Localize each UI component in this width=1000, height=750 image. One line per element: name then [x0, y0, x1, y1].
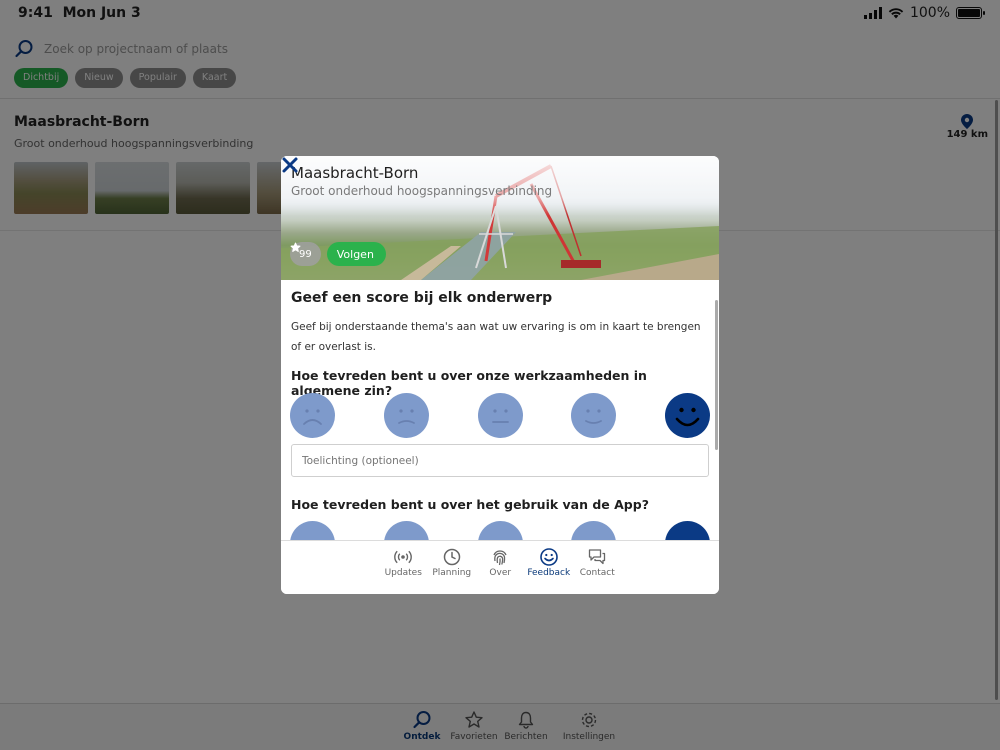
tab-planning[interactable]: Planning [428, 547, 477, 578]
tab-over[interactable]: Over [476, 547, 525, 578]
comment-field[interactable] [291, 444, 709, 477]
feedback-heading: Geef een score bij elk onderwerp [291, 290, 553, 306]
follow-label: Volgen [336, 247, 374, 261]
rating-happy[interactable] [571, 393, 617, 438]
feedback-intro: Geef bij onderstaande thema's aan wat uw… [291, 321, 701, 353]
chat-icon [589, 549, 606, 565]
modal-subtitle: Groot onderhoud hoogspanningsverbinding [291, 184, 553, 198]
clock-icon [443, 548, 460, 566]
follow-button[interactable]: Volgen [290, 242, 386, 266]
rating-very-happy[interactable] [665, 521, 710, 540]
tab-over-label: Over [489, 568, 512, 578]
fingerprint-icon [493, 550, 507, 566]
rating-row-2 [290, 521, 710, 540]
tab-contact[interactable]: Contact [573, 547, 622, 578]
rating-unhappy[interactable] [383, 521, 429, 540]
rating-happy[interactable] [571, 521, 617, 540]
rating-row-1 [290, 393, 710, 439]
rating-neutral[interactable] [477, 521, 523, 540]
smiley-icon [539, 548, 558, 566]
feedback-form[interactable]: Geef een score bij elk onderwerp Geef bi… [281, 280, 719, 540]
tab-planning-label: Planning [432, 568, 472, 578]
modal-title: Maasbracht-Born [291, 164, 419, 182]
project-hero-image: Maasbracht-Born Groot onderhoud hoogspan… [281, 156, 719, 280]
rating-neutral[interactable] [477, 393, 523, 438]
modal-scroll-indicator [715, 300, 718, 450]
feedback-modal: Maasbracht-Born Groot onderhoud hoogspan… [281, 156, 719, 594]
star-outline-icon [290, 242, 301, 252]
question-2: Hoe tevreden bent u over het gebruik van… [291, 497, 649, 512]
rating-very-happy[interactable] [665, 393, 710, 438]
tab-updates[interactable]: Updates [379, 547, 428, 578]
rating-very-unhappy[interactable] [290, 393, 335, 438]
close-icon[interactable] [281, 156, 299, 174]
broadcast-icon [394, 550, 413, 564]
tab-feedback-label: Feedback [527, 568, 571, 578]
rating-very-unhappy[interactable] [290, 521, 335, 540]
project-tabbar: Updates Planning Over Feedback Contact [281, 540, 719, 594]
tab-feedback[interactable]: Feedback [525, 547, 574, 578]
rating-unhappy[interactable] [383, 393, 429, 438]
hero-badges: 99 Volgen [290, 242, 386, 266]
tab-contact-label: Contact [579, 568, 615, 578]
tab-updates-label: Updates [384, 568, 422, 578]
